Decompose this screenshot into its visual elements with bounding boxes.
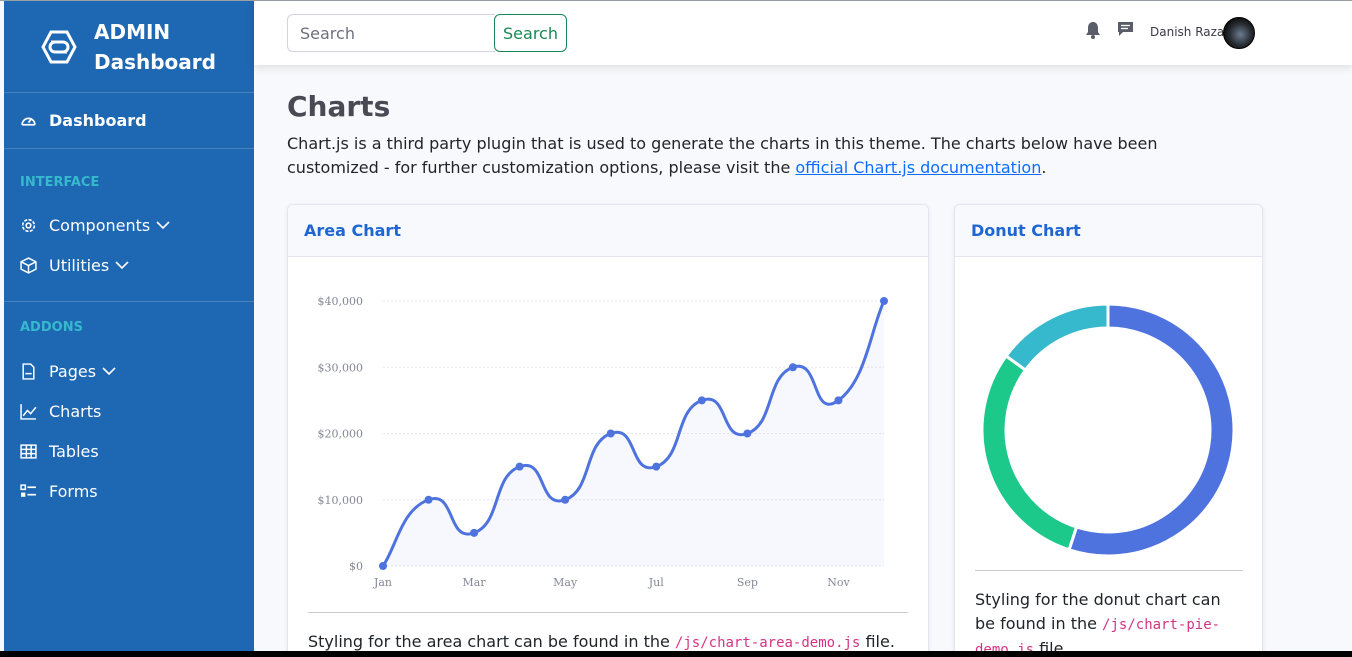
data-point — [743, 429, 752, 438]
x-tick-label: Sep — [737, 576, 758, 589]
donut-card-divider — [975, 570, 1243, 571]
data-point — [470, 528, 479, 537]
message-icon[interactable] — [1117, 21, 1134, 37]
form-list-icon — [20, 483, 36, 497]
x-tick-label: Jul — [648, 576, 664, 589]
line-chart-icon — [20, 403, 37, 420]
chevron-down-icon — [115, 261, 129, 270]
sidebar-heading-interface: INTERFACE — [20, 175, 100, 190]
file-icon — [22, 362, 35, 380]
gauge-icon — [21, 117, 36, 126]
sidebar: ADMIN Dashboard Dashboard INTERFACE Comp… — [4, 1, 254, 651]
x-tick-label: Mar — [463, 576, 487, 589]
area-card-divider — [308, 612, 908, 613]
avatar[interactable] — [1223, 17, 1255, 49]
area-foot-text: Styling for the area chart can be found … — [308, 632, 675, 651]
x-tick-label: Nov — [827, 576, 850, 589]
sidebar-item-label: Forms — [49, 481, 98, 501]
sidebar-item-label: Pages — [49, 361, 97, 381]
y-tick-label: $10,000 — [318, 494, 364, 507]
y-tick-label: $0 — [349, 560, 363, 573]
chevron-down-icon — [102, 367, 116, 376]
brand-logo-icon — [41, 30, 77, 63]
data-point — [561, 495, 570, 504]
x-tick-label: May — [553, 576, 578, 589]
brand-title-line1: ADMIN — [94, 19, 171, 44]
bell-icon[interactable] — [1085, 21, 1101, 39]
area-foot-code: /js/chart-area-demo.js — [674, 635, 861, 651]
sidebar-item-charts[interactable]: Charts — [4, 391, 254, 431]
donut-chart-card: Donut Chart Styling for the donut chart … — [954, 204, 1263, 657]
page-title: Charts — [287, 90, 391, 123]
topbar: Search Danish Raza — [254, 1, 1352, 65]
sidebar-item-dashboard[interactable]: Dashboard — [4, 93, 254, 149]
donut-chart-card-header: Donut Chart — [955, 205, 1262, 257]
data-point — [606, 429, 615, 438]
chartjs-docs-link[interactable]: official Chart.js documentation — [795, 158, 1041, 177]
sidebar-item-components[interactable]: Components — [4, 205, 254, 245]
donut-slice — [1003, 302, 1110, 373]
donut-chart-title: Donut Chart — [971, 221, 1081, 240]
donut-slice — [980, 353, 1079, 552]
donut-slice — [1067, 302, 1236, 558]
area-foot-end: file. — [860, 632, 895, 651]
donut-chart-footer: Styling for the donut chart can be found… — [975, 588, 1245, 657]
data-point — [424, 495, 433, 504]
donut-chart — [980, 302, 1236, 558]
sidebar-item-label: Tables — [49, 441, 99, 461]
gear-icon — [21, 218, 36, 232]
sidebar-item-tables[interactable]: Tables — [4, 431, 254, 471]
area-chart-card-header: Area Chart — [288, 205, 928, 257]
sidebar-item-label: Utilities — [49, 255, 110, 275]
brand-title-line2: Dashboard — [94, 49, 216, 74]
sidebar-item-label: Charts — [49, 401, 102, 421]
y-tick-label: $20,000 — [318, 428, 364, 441]
data-point — [788, 363, 797, 372]
area-fill — [383, 301, 884, 566]
x-tick-label: Jan — [373, 576, 392, 589]
sidebar-heading-addons: ADDONS — [20, 320, 83, 335]
data-point — [880, 297, 888, 305]
y-tick-label: $40,000 — [318, 295, 364, 308]
y-tick-label: $30,000 — [318, 361, 364, 374]
table-icon — [20, 443, 37, 459]
intro-paragraph: Chart.js is a third party plugin that is… — [287, 132, 1247, 180]
search-button[interactable]: Search — [494, 14, 567, 52]
area-chart: $0 $10,000 $20,000 $30,000 $40,000 Jan Mar May J… — [318, 295, 888, 589]
data-point — [834, 396, 843, 405]
sidebar-brand[interactable]: ADMIN Dashboard — [4, 1, 254, 93]
sidebar-item-utilities[interactable]: Utilities — [4, 245, 254, 285]
data-point — [379, 562, 387, 570]
data-point — [515, 462, 524, 471]
sidebar-item-pages[interactable]: Pages — [4, 351, 254, 391]
chevron-down-icon — [156, 221, 170, 230]
data-point — [652, 462, 661, 471]
intro-end: . — [1041, 158, 1047, 177]
area-chart-card: Area Chart $0 $10,000 $20,000 $30,000 $40,00… — [287, 204, 929, 657]
sidebar-item-label: Components — [49, 215, 151, 235]
data-point — [697, 396, 706, 405]
user-name[interactable]: Danish Raza — [1150, 25, 1224, 39]
box-icon — [20, 256, 37, 274]
sidebar-item-label: Dashboard — [49, 111, 147, 130]
area-chart-title: Area Chart — [304, 221, 401, 240]
search-input[interactable] — [287, 14, 495, 52]
sidebar-item-forms[interactable]: Forms — [4, 471, 254, 511]
